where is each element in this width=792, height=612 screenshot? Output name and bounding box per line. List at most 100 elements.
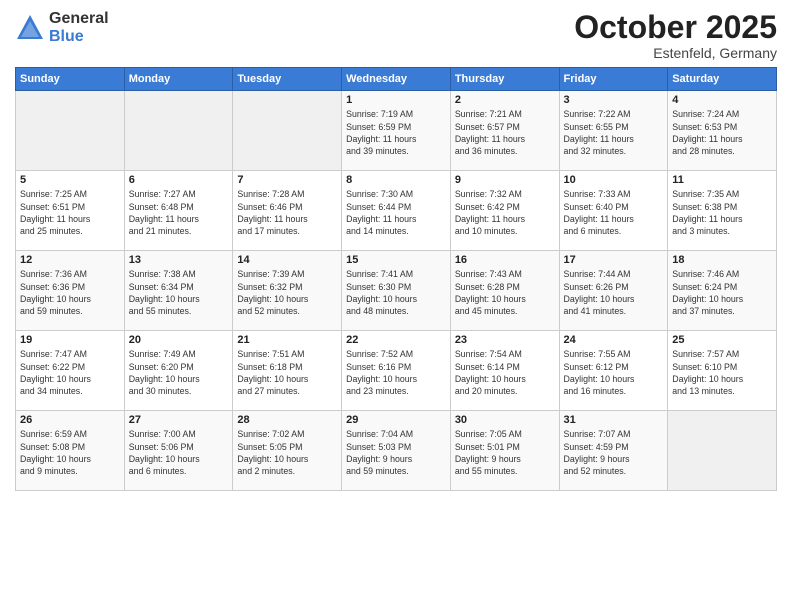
calendar-cell: 7 Sunrise: 7:28 AM Sunset: 6:46 PM Daylig…	[233, 171, 342, 251]
day-info: Sunrise: 7:55 AM Sunset: 6:12 PM Dayligh…	[564, 348, 664, 397]
day-number: 9	[455, 174, 555, 186]
col-wednesday: Wednesday	[342, 68, 451, 91]
day-info: Sunrise: 7:43 AM Sunset: 6:28 PM Dayligh…	[455, 268, 555, 317]
logo-blue-text: Blue	[49, 28, 109, 46]
day-info: Sunrise: 7:00 AM Sunset: 5:06 PM Dayligh…	[129, 428, 229, 477]
calendar-cell: 2 Sunrise: 7:21 AM Sunset: 6:57 PM Daylig…	[450, 91, 559, 171]
day-number: 12	[20, 254, 120, 266]
logo-general-text: General	[49, 10, 109, 28]
day-number: 30	[455, 414, 555, 426]
calendar-cell: 11Sunrise: 7:35 AM Sunset: 6:38 PM Dayli…	[668, 171, 777, 251]
day-number: 29	[346, 414, 446, 426]
calendar-week-3: 12 Sunrise: 7:36 AM Sunset: 6:36 PM Dayli…	[16, 251, 777, 331]
day-number: 16	[455, 254, 555, 266]
day-info: Sunrise: 7:49 AM Sunset: 6:20 PM Dayligh…	[129, 348, 229, 397]
calendar-subtitle: Estenfeld, Germany	[574, 45, 777, 61]
calendar-header: Sunday Monday Tuesday Wednesday Thursday…	[16, 68, 777, 91]
day-number: 14	[237, 254, 337, 266]
day-number: 10	[564, 174, 664, 186]
calendar-cell: 24Sunrise: 7:55 AM Sunset: 6:12 PM Dayli…	[559, 331, 668, 411]
day-info: Sunrise: 7:04 AM Sunset: 5:03 PM Dayligh…	[346, 428, 446, 477]
day-info: Sunrise: 7:32 AM Sunset: 6:42 PM Dayligh…	[455, 188, 555, 237]
calendar-cell: 16 Sunrise: 7:43 AM Sunset: 6:28 PM Dayli…	[450, 251, 559, 331]
calendar-cell: 23 Sunrise: 7:54 AM Sunset: 6:14 PM Dayli…	[450, 331, 559, 411]
calendar-cell: 28Sunrise: 7:02 AM Sunset: 5:05 PM Dayli…	[233, 411, 342, 491]
day-info: Sunrise: 7:07 AM Sunset: 4:59 PM Dayligh…	[564, 428, 664, 477]
calendar-cell: 3 Sunrise: 7:22 AM Sunset: 6:55 PM Daylig…	[559, 91, 668, 171]
calendar-cell: 14Sunrise: 7:39 AM Sunset: 6:32 PM Dayli…	[233, 251, 342, 331]
calendar-week-2: 5Sunrise: 7:25 AM Sunset: 6:51 PM Daylig…	[16, 171, 777, 251]
col-friday: Friday	[559, 68, 668, 91]
day-info: Sunrise: 6:59 AM Sunset: 5:08 PM Dayligh…	[20, 428, 120, 477]
day-number: 23	[455, 334, 555, 346]
day-number: 2	[455, 94, 555, 106]
day-number: 8	[346, 174, 446, 186]
day-number: 21	[237, 334, 337, 346]
day-info: Sunrise: 7:25 AM Sunset: 6:51 PM Dayligh…	[20, 188, 120, 237]
day-info: Sunrise: 7:02 AM Sunset: 5:05 PM Dayligh…	[237, 428, 337, 477]
day-number: 1	[346, 94, 446, 106]
day-number: 3	[564, 94, 664, 106]
day-number: 31	[564, 414, 664, 426]
day-info: Sunrise: 7:57 AM Sunset: 6:10 PM Dayligh…	[672, 348, 772, 397]
calendar-cell: 13 Sunrise: 7:38 AM Sunset: 6:34 PM Dayli…	[124, 251, 233, 331]
calendar-cell	[668, 411, 777, 491]
calendar-cell: 15Sunrise: 7:41 AM Sunset: 6:30 PM Dayli…	[342, 251, 451, 331]
calendar-cell: 6 Sunrise: 7:27 AM Sunset: 6:48 PM Daylig…	[124, 171, 233, 251]
day-info: Sunrise: 7:30 AM Sunset: 6:44 PM Dayligh…	[346, 188, 446, 237]
day-number: 13	[129, 254, 229, 266]
header-row: Sunday Monday Tuesday Wednesday Thursday…	[16, 68, 777, 91]
col-tuesday: Tuesday	[233, 68, 342, 91]
calendar-cell: 26 Sunrise: 6:59 AM Sunset: 5:08 PM Dayli…	[16, 411, 125, 491]
col-monday: Monday	[124, 68, 233, 91]
calendar-cell: 21 Sunrise: 7:51 AM Sunset: 6:18 PM Dayli…	[233, 331, 342, 411]
calendar-table: Sunday Monday Tuesday Wednesday Thursday…	[15, 67, 777, 491]
day-info: Sunrise: 7:38 AM Sunset: 6:34 PM Dayligh…	[129, 268, 229, 317]
day-number: 27	[129, 414, 229, 426]
col-thursday: Thursday	[450, 68, 559, 91]
calendar-cell: 10 Sunrise: 7:33 AM Sunset: 6:40 PM Dayli…	[559, 171, 668, 251]
day-number: 25	[672, 334, 772, 346]
day-number: 17	[564, 254, 664, 266]
calendar-cell: 31 Sunrise: 7:07 AM Sunset: 4:59 PM Dayli…	[559, 411, 668, 491]
title-section: October 2025 Estenfeld, Germany	[574, 10, 777, 61]
day-info: Sunrise: 7:21 AM Sunset: 6:57 PM Dayligh…	[455, 108, 555, 157]
day-number: 19	[20, 334, 120, 346]
calendar-cell	[124, 91, 233, 171]
calendar-cell: 27 Sunrise: 7:00 AM Sunset: 5:06 PM Dayli…	[124, 411, 233, 491]
day-number: 26	[20, 414, 120, 426]
calendar-cell	[16, 91, 125, 171]
calendar-week-5: 26 Sunrise: 6:59 AM Sunset: 5:08 PM Dayli…	[16, 411, 777, 491]
logo: General Blue	[15, 10, 109, 45]
calendar-week-4: 19 Sunrise: 7:47 AM Sunset: 6:22 PM Dayli…	[16, 331, 777, 411]
day-number: 6	[129, 174, 229, 186]
day-number: 22	[346, 334, 446, 346]
day-info: Sunrise: 7:36 AM Sunset: 6:36 PM Dayligh…	[20, 268, 120, 317]
day-info: Sunrise: 7:22 AM Sunset: 6:55 PM Dayligh…	[564, 108, 664, 157]
day-info: Sunrise: 7:28 AM Sunset: 6:46 PM Dayligh…	[237, 188, 337, 237]
page: General Blue October 2025 Estenfeld, Ger…	[0, 0, 792, 612]
day-info: Sunrise: 7:54 AM Sunset: 6:14 PM Dayligh…	[455, 348, 555, 397]
calendar-cell: 8 Sunrise: 7:30 AM Sunset: 6:44 PM Daylig…	[342, 171, 451, 251]
calendar-cell: 12 Sunrise: 7:36 AM Sunset: 6:36 PM Dayli…	[16, 251, 125, 331]
day-info: Sunrise: 7:41 AM Sunset: 6:30 PM Dayligh…	[346, 268, 446, 317]
col-sunday: Sunday	[16, 68, 125, 91]
day-info: Sunrise: 7:33 AM Sunset: 6:40 PM Dayligh…	[564, 188, 664, 237]
col-saturday: Saturday	[668, 68, 777, 91]
calendar-cell: 22Sunrise: 7:52 AM Sunset: 6:16 PM Dayli…	[342, 331, 451, 411]
logo-text: General Blue	[49, 10, 109, 45]
calendar-week-1: 1Sunrise: 7:19 AM Sunset: 6:59 PM Daylig…	[16, 91, 777, 171]
calendar-cell	[233, 91, 342, 171]
day-info: Sunrise: 7:51 AM Sunset: 6:18 PM Dayligh…	[237, 348, 337, 397]
calendar-cell: 25 Sunrise: 7:57 AM Sunset: 6:10 PM Dayli…	[668, 331, 777, 411]
calendar-title: October 2025	[574, 10, 777, 45]
day-number: 7	[237, 174, 337, 186]
day-number: 11	[672, 174, 772, 186]
calendar-cell: 17 Sunrise: 7:44 AM Sunset: 6:26 PM Dayli…	[559, 251, 668, 331]
day-info: Sunrise: 7:24 AM Sunset: 6:53 PM Dayligh…	[672, 108, 772, 157]
day-info: Sunrise: 7:46 AM Sunset: 6:24 PM Dayligh…	[672, 268, 772, 317]
day-info: Sunrise: 7:47 AM Sunset: 6:22 PM Dayligh…	[20, 348, 120, 397]
day-info: Sunrise: 7:44 AM Sunset: 6:26 PM Dayligh…	[564, 268, 664, 317]
day-info: Sunrise: 7:27 AM Sunset: 6:48 PM Dayligh…	[129, 188, 229, 237]
day-number: 4	[672, 94, 772, 106]
